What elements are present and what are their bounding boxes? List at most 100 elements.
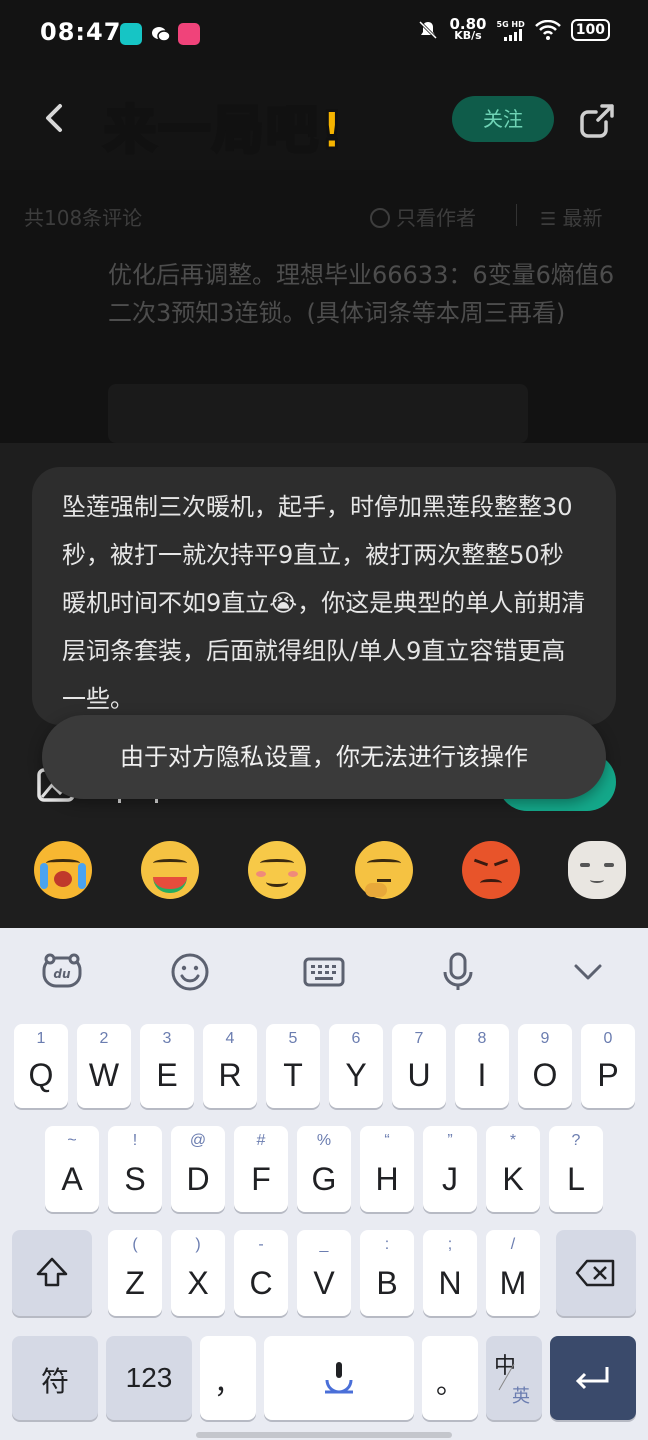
key-s[interactable]: ! S — [108, 1126, 162, 1212]
key-secondary-label: @ — [189, 1132, 207, 1149]
key-c[interactable]: -C — [234, 1230, 288, 1316]
voice-input-icon — [325, 1362, 353, 1394]
key-label: M — [499, 1265, 527, 1301]
network-speed: 0.80 KB/s — [449, 15, 487, 42]
key-secondary-label: ? — [571, 1132, 581, 1149]
battery-icon: 100 — [570, 19, 610, 41]
key-secondary-label: ( — [132, 1236, 138, 1253]
app-notification-icon — [178, 23, 200, 45]
key-secondary-label: # — [256, 1132, 266, 1149]
shift-key[interactable] — [12, 1230, 92, 1316]
key-label: Q — [28, 1057, 54, 1093]
key-e[interactable]: 3E — [140, 1024, 194, 1108]
key-v[interactable]: _ V — [297, 1230, 351, 1316]
key-b[interactable]: :B — [360, 1230, 414, 1316]
language-switch-key[interactable]: 中 英 — [486, 1336, 542, 1420]
key-label: C — [249, 1265, 273, 1301]
wifi-icon — [534, 20, 561, 40]
follow-button[interactable]: 关注 — [452, 96, 554, 142]
key-r[interactable]: 4R — [203, 1024, 257, 1108]
chevron-down-icon[interactable] — [566, 950, 610, 994]
number-key[interactable]: 123 — [106, 1336, 192, 1420]
angry-face-icon[interactable] — [462, 841, 520, 899]
key-label: J — [442, 1161, 458, 1197]
comment-image-thumbnails[interactable] — [108, 384, 528, 443]
symbol-key[interactable]: 符 — [12, 1336, 98, 1420]
key-label: F — [251, 1161, 271, 1197]
key-y[interactable]: 6Y — [329, 1024, 383, 1108]
key-secondary-label: 6 — [351, 1030, 361, 1047]
key-l[interactable]: ? L — [549, 1126, 603, 1212]
key-u[interactable]: 7U — [392, 1024, 446, 1108]
key-t[interactable]: 5T — [266, 1024, 320, 1108]
back-arrow-icon[interactable] — [36, 98, 76, 138]
share-icon[interactable] — [576, 100, 618, 142]
backspace-key[interactable] — [556, 1230, 636, 1316]
period-key[interactable]: 。 — [422, 1336, 478, 1420]
radio-circle-icon — [370, 208, 390, 228]
key-o[interactable]: 9O — [518, 1024, 572, 1108]
key-p[interactable]: 0P — [581, 1024, 635, 1108]
key-secondary-label: _ — [319, 1236, 329, 1253]
key-d[interactable]: @ D — [171, 1126, 225, 1212]
only-author-toggle[interactable]: 只看作者 — [370, 202, 476, 231]
key-label: K — [502, 1161, 524, 1197]
quoted-comment: 坠莲强制三次暖机，起手，时停加黑莲段整整30秒，被打一就次持平9直立，被打两次整… — [32, 467, 616, 725]
enter-arrow-icon — [575, 1367, 609, 1390]
cat-face-icon[interactable] — [568, 841, 626, 899]
home-indicator[interactable] — [196, 1432, 452, 1438]
cell-signal-icon: 5G HD — [497, 20, 525, 41]
key-a[interactable]: ~ A — [45, 1126, 99, 1212]
key-label: P — [597, 1057, 619, 1093]
eating-watermelon-face-icon[interactable] — [141, 841, 199, 899]
ime-keyboard: du 1Q2W3E4R5T6Y7U8I9O0P ~ A! S @ D # F% G “H” J * K… — [0, 928, 648, 1440]
comment-body: 优化后再调整。理想毕业66633：6变量6熵值6二次3预知3连锁。(具体词条等本… — [108, 261, 615, 327]
key-x[interactable]: ) X — [171, 1230, 225, 1316]
comment-count: 共108条评论 — [24, 206, 143, 230]
comma-key[interactable]: ， — [200, 1336, 256, 1420]
key-label: X — [187, 1265, 209, 1301]
key-n[interactable]: ; N — [423, 1230, 477, 1316]
key-secondary-label: ! — [132, 1132, 138, 1149]
wechat-app-icon — [150, 23, 172, 45]
key-secondary-label: “ — [384, 1132, 390, 1149]
mute-bell-icon — [419, 20, 438, 40]
key-label: Y — [345, 1057, 367, 1093]
privacy-toast: 由于对方隐私设置，你无法进行该操作 — [42, 715, 606, 799]
keyboard-icon[interactable] — [302, 950, 346, 994]
key-secondary-label: 9 — [540, 1030, 550, 1047]
key-label: N — [438, 1265, 462, 1301]
sort-list-icon: ☰ — [540, 209, 557, 230]
key-f[interactable]: # F — [234, 1126, 288, 1212]
key-secondary-label: : — [384, 1236, 390, 1253]
enter-key[interactable] — [550, 1336, 636, 1420]
key-q[interactable]: 1Q — [14, 1024, 68, 1108]
key-label: B — [376, 1265, 398, 1301]
key-k[interactable]: * K — [486, 1126, 540, 1212]
thinking-face-icon[interactable] — [355, 841, 413, 899]
key-secondary-label: 2 — [99, 1030, 109, 1047]
sort-latest-button[interactable]: ☰ 最新 — [540, 202, 603, 231]
emoji-icon[interactable] — [168, 950, 212, 994]
emoji-quick-bar — [0, 833, 648, 903]
key-z[interactable]: (Z — [108, 1230, 162, 1316]
key-label: U — [407, 1057, 431, 1093]
du-logo-icon[interactable]: du — [40, 950, 84, 994]
key-secondary-label: ” — [447, 1132, 453, 1149]
key-j[interactable]: ” J — [423, 1126, 477, 1212]
status-time: 08:47 — [40, 18, 122, 46]
key-m[interactable]: / M — [486, 1230, 540, 1316]
key-w[interactable]: 2W — [77, 1024, 131, 1108]
key-h[interactable]: “H — [360, 1126, 414, 1212]
backspace-icon — [575, 1259, 615, 1287]
crying-face-icon[interactable] — [34, 841, 92, 899]
key-i[interactable]: 8I — [455, 1024, 509, 1108]
smug-face-icon[interactable] — [248, 841, 306, 899]
svg-text:du: du — [53, 967, 71, 981]
microphone-icon[interactable] — [436, 950, 480, 994]
space-key[interactable] — [264, 1336, 414, 1420]
key-secondary-label: ) — [195, 1236, 201, 1253]
key-g[interactable]: % G — [297, 1126, 351, 1212]
key-secondary-label: / — [510, 1236, 516, 1253]
key-label: L — [567, 1161, 585, 1197]
